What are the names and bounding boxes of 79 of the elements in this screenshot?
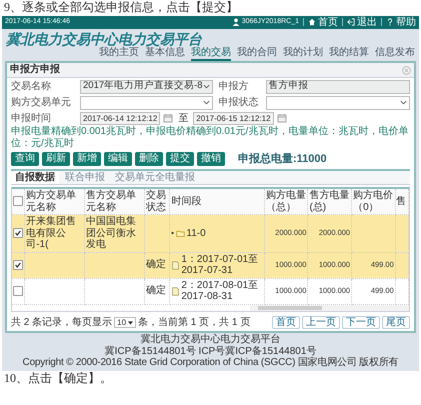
table-cell-text: 2：2017-08-01至2017-08-31: [181, 280, 260, 303]
nav-tab[interactable]: 信息发布: [375, 46, 415, 62]
caret-icon: [202, 100, 210, 106]
document-icon: [171, 260, 180, 270]
tab[interactable]: 交易单元全电量报: [111, 170, 199, 184]
table-cell: 开来集团售电有限公司-1(: [26, 216, 76, 250]
tab[interactable]: 联合申报: [61, 170, 109, 184]
pager-text: 条，当前第 1 页，共 1 页: [138, 316, 250, 328]
column-header: 购方电价（0）: [352, 189, 396, 215]
table-cell: 11-0: [186, 228, 206, 240]
close-icon[interactable]: [402, 66, 411, 75]
column-header: 售方交易单元名称: [84, 189, 144, 215]
field-label: 申报状态: [218, 97, 260, 109]
action-button[interactable]: 新增: [73, 152, 101, 166]
action-button[interactable]: 删除: [135, 152, 163, 166]
action-button[interactable]: 刷新: [42, 152, 70, 166]
folder-icon: [176, 228, 186, 238]
footer-text: 冀北电力交易中心电力交易平台: [140, 334, 282, 346]
nav-tab[interactable]: 我的计划: [283, 46, 323, 62]
home-icon: [308, 18, 316, 26]
document-icon: [171, 286, 180, 296]
column-header: 售方电量(总): [308, 189, 352, 215]
user-icon: [232, 18, 240, 26]
pager-button[interactable]: 尾页: [382, 316, 410, 330]
caret-icon: [202, 84, 210, 90]
field-label: 申报方: [218, 81, 250, 93]
dropdown-arrow-icon[interactable]: [128, 320, 134, 325]
field-label: 申报时间: [11, 112, 52, 124]
page-size-select[interactable]: 10: [114, 316, 136, 328]
column-header: 售: [395, 189, 408, 215]
tab[interactable]: 自报数据: [11, 170, 59, 184]
select-field[interactable]: [80, 96, 213, 110]
checkbox[interactable]: [13, 196, 23, 206]
top-link[interactable]: 帮助: [396, 16, 416, 28]
column-header: 交易状态: [144, 189, 170, 215]
action-button[interactable]: 编辑: [104, 152, 132, 166]
scrollbar[interactable]: [250, 304, 409, 311]
action-button[interactable]: 查询: [11, 152, 39, 166]
nav-tab[interactable]: 我的主页: [99, 46, 139, 62]
select-field[interactable]: [266, 96, 410, 110]
checkbox[interactable]: [13, 286, 23, 296]
footer-text: 冀ICP备15144801号 ICP号冀ICP备15144801号: [104, 346, 316, 357]
checkbox[interactable]: [13, 228, 23, 238]
table-cell: 中国国电集团公司衡水发电: [86, 216, 136, 250]
date-field[interactable]: 2017-06-15 12:12:12: [193, 112, 274, 126]
table-cell-text: 1：2017-07-01至2017-07-31: [181, 254, 260, 277]
calendar-icon[interactable]: [163, 113, 174, 124]
field-label: 购方交易单元: [11, 97, 72, 109]
footer-text: Copyright © 2000-2016 State Grid Corporation of China (SGCC) 国家电网公司 版权所有: [22, 357, 400, 369]
nav-tab[interactable]: 我的结算: [329, 46, 369, 62]
table-cell: 确定: [146, 259, 166, 270]
checkbox[interactable]: [13, 260, 23, 270]
total-text: 申报总电量:11000: [238, 152, 327, 166]
field-label: 交易名称: [11, 81, 52, 93]
help-icon: [386, 18, 394, 26]
action-button[interactable]: 提交: [166, 152, 194, 166]
top-link[interactable]: 首页: [318, 16, 338, 28]
top-link[interactable]: 退出: [357, 16, 377, 28]
column-header: 购方电量（总）: [264, 189, 308, 215]
dialog-title: 申报方申报: [10, 64, 60, 76]
caret-icon: [400, 100, 407, 106]
pager-text: 共 2 条记录，每页显示: [11, 316, 112, 328]
nav-tab[interactable]: 基本信息: [145, 46, 185, 62]
instruction-text: 9、逐条或全部勾选申报信息，点击【提交】: [3, 0, 239, 16]
calendar-icon[interactable]: [276, 113, 287, 124]
table-cell: 确定: [146, 285, 166, 296]
pager-button[interactable]: 首页: [272, 316, 300, 330]
column-header: 购方交易单元名称: [24, 189, 85, 215]
column-header: 时间段: [170, 189, 264, 215]
nav-tab[interactable]: 我的合同: [237, 46, 277, 62]
exit-icon: [347, 18, 355, 26]
pager-button[interactable]: 下一页: [342, 316, 380, 330]
separator-text: 至: [178, 112, 188, 124]
date-field[interactable]: 2017-06-14 12:12:12: [80, 112, 160, 126]
site-title: 冀北电力交易中心电力交易平台: [6, 30, 204, 47]
action-button[interactable]: 撤销: [197, 152, 225, 166]
note-text: 申报电量精确到0.001兆瓦时，申报电价精确到0.01元/兆瓦时，电量单位：兆瓦时，电价单位：元/兆瓦时: [10, 125, 410, 150]
pager-button[interactable]: 上一页: [302, 316, 340, 330]
instruction-text: 10、点击【确定】。: [3, 370, 113, 386]
